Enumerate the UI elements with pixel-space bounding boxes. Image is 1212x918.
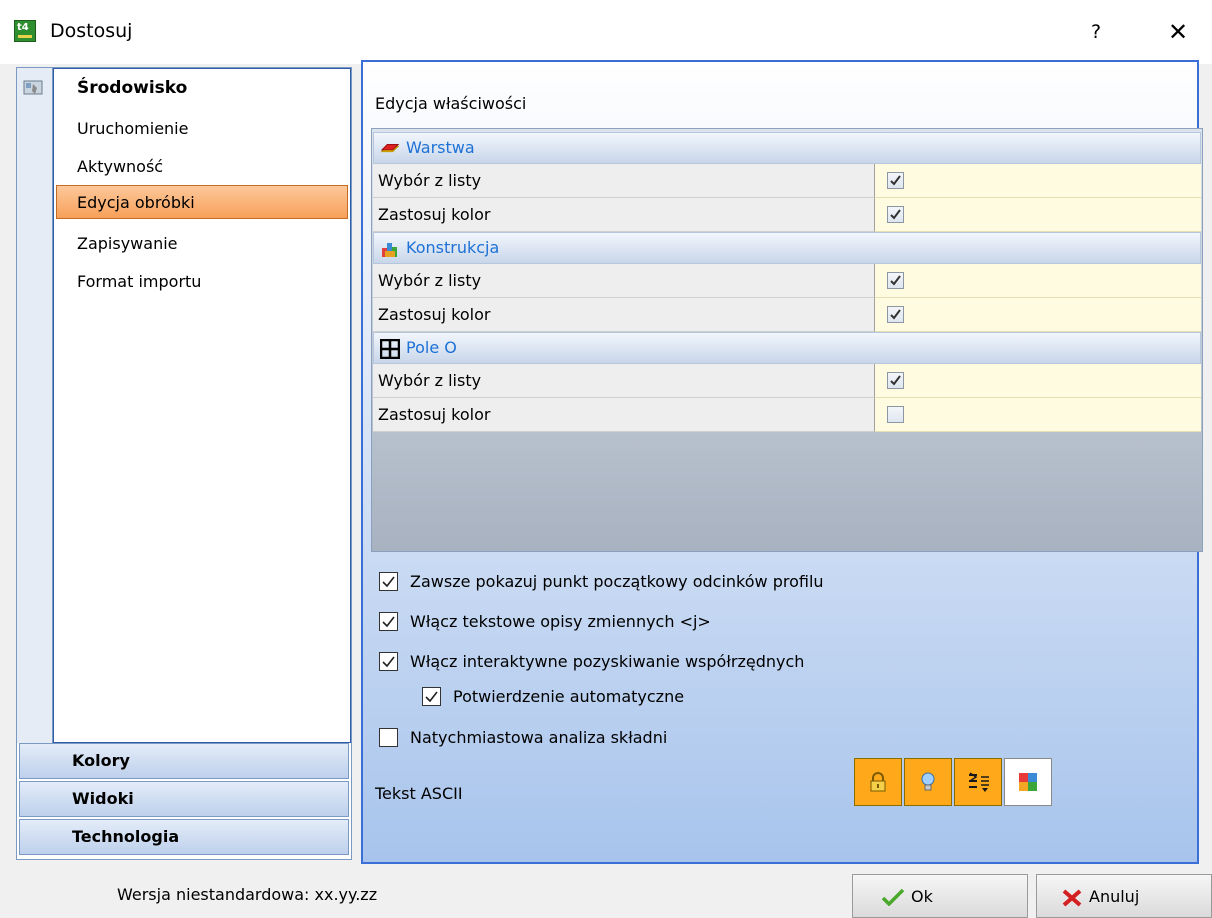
layer-icon xyxy=(380,144,400,153)
nav-header-environment[interactable]: Środowisko xyxy=(77,78,187,98)
check-icon xyxy=(881,888,905,906)
cancel-button[interactable]: Anuluj xyxy=(1036,874,1212,918)
group-label: Konstrukcja xyxy=(406,238,500,257)
property-label: Wybór z listy xyxy=(373,364,875,398)
property-row: Wybór z listy xyxy=(373,264,1201,298)
section-title: Edycja właściwości xyxy=(375,94,527,113)
property-value xyxy=(875,164,1201,198)
property-checkbox[interactable] xyxy=(887,206,904,223)
nav-item-saving[interactable]: Zapisywanie xyxy=(77,234,178,253)
ascii-bulb-button[interactable] xyxy=(904,758,952,806)
property-row: Zastosuj kolor xyxy=(373,198,1201,232)
bulb-icon xyxy=(921,772,935,791)
option-label: Natychmiastowa analiza składni xyxy=(410,728,668,747)
version-text: Wersja niestandardowa: xx.yy.zz xyxy=(117,885,378,904)
group-layer[interactable]: Warstwa xyxy=(373,132,1201,164)
title-bar: t4 Dostosuj ? ✕ xyxy=(0,0,1212,64)
property-label: Wybór z listy xyxy=(373,164,875,198)
construction-icon xyxy=(382,243,397,257)
checkbox[interactable] xyxy=(379,728,398,747)
property-row: Wybór z listy xyxy=(373,164,1201,198)
ascii-lock-button[interactable] xyxy=(854,758,902,806)
option-label: Włącz tekstowe opisy zmiennych <j> xyxy=(410,612,711,631)
property-grid: Warstwa Wybór z listy Zastosuj kolor Kon… xyxy=(371,128,1203,552)
property-label: Zastosuj kolor xyxy=(373,398,875,432)
property-value xyxy=(875,298,1201,332)
category-colors[interactable]: Kolory xyxy=(19,743,349,779)
property-value xyxy=(875,364,1201,398)
nav-item-activity[interactable]: Aktywność xyxy=(77,157,163,176)
property-checkbox[interactable] xyxy=(887,306,904,323)
settings-panel: Edycja właściwości Warstwa Wybór z listy… xyxy=(361,60,1203,864)
ok-button[interactable]: Ok xyxy=(852,874,1028,918)
property-value xyxy=(875,398,1201,432)
category-views[interactable]: Widoki xyxy=(19,781,349,817)
settings-navigation: Środowisko Uruchomienie Aktywność Edycja… xyxy=(16,67,352,860)
grid-icon xyxy=(380,339,400,359)
property-row: Zastosuj kolor xyxy=(373,298,1201,332)
checkbox[interactable] xyxy=(379,652,398,671)
property-label: Zastosuj kolor xyxy=(373,198,875,232)
property-row: Zastosuj kolor xyxy=(373,398,1201,432)
group-label: Pole O xyxy=(406,338,457,357)
property-checkbox[interactable] xyxy=(887,172,904,189)
ascii-palette-button[interactable] xyxy=(1004,758,1052,806)
checkbox[interactable] xyxy=(422,687,441,706)
option-label: Włącz interaktywne pozyskiwanie współrzę… xyxy=(410,652,805,671)
property-checkbox[interactable] xyxy=(887,272,904,289)
group-label: Warstwa xyxy=(406,138,475,157)
option-label: Potwierdzenie automatyczne xyxy=(453,687,685,706)
palette-icon xyxy=(1019,773,1037,791)
window-title: Dostosuj xyxy=(50,20,133,42)
nav-item-startup[interactable]: Uruchomienie xyxy=(77,119,188,138)
group-construction[interactable]: Konstrukcja xyxy=(373,232,1201,264)
option-label: Zawsze pokazuj punkt początkowy odcinków… xyxy=(410,572,824,591)
property-value xyxy=(875,264,1201,298)
checkbox[interactable] xyxy=(379,612,398,631)
ascii-sort-button[interactable] xyxy=(954,758,1002,806)
sort-icon xyxy=(969,772,989,792)
help-button[interactable]: ? xyxy=(1078,14,1114,50)
nav-item-machining-edit[interactable]: Edycja obróbki xyxy=(56,185,348,219)
group-field-o[interactable]: Pole O xyxy=(373,332,1201,364)
property-label: Wybór z listy xyxy=(373,264,875,298)
close-button[interactable]: ✕ xyxy=(1158,14,1198,50)
property-row: Wybór z listy xyxy=(373,364,1201,398)
ascii-text-label: Tekst ASCII xyxy=(375,784,463,803)
cancel-x-icon xyxy=(1062,889,1082,907)
property-value xyxy=(875,198,1201,232)
property-checkbox[interactable] xyxy=(887,406,904,423)
app-icon: t4 xyxy=(14,20,36,42)
nav-item-import-format[interactable]: Format importu xyxy=(77,272,201,291)
ok-label: Ok xyxy=(911,887,933,906)
category-technology[interactable]: Technologia xyxy=(19,819,349,855)
checkbox[interactable] xyxy=(379,572,398,591)
nav-rail xyxy=(17,68,53,743)
cancel-label: Anuluj xyxy=(1089,887,1140,906)
lock-icon xyxy=(870,772,886,792)
property-label: Zastosuj kolor xyxy=(373,298,875,332)
property-checkbox[interactable] xyxy=(887,372,904,389)
environment-icon xyxy=(23,80,43,95)
